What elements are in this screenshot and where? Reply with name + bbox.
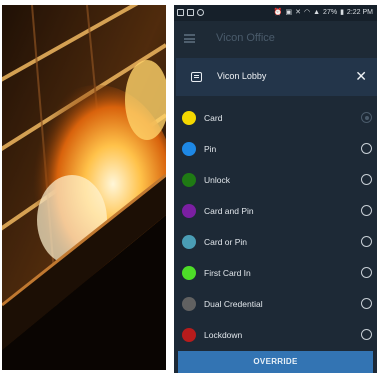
battery-text: 27% (323, 8, 338, 16)
hamburger-menu-icon[interactable] (184, 34, 195, 43)
phone-screen: ⏰ ▣ ✕ ◠ ▲ 27% ▮ 2:22 PM Vicon Office Vic… (174, 5, 377, 373)
mode-radio-button[interactable] (361, 329, 372, 340)
mode-color-dot-icon (182, 204, 196, 218)
alarm-icon: ⏰ (273, 9, 283, 16)
battery-icon: ▮ (340, 9, 344, 16)
panel-title: Vicon Lobby (217, 71, 267, 81)
mode-option-label: First Card In (204, 268, 251, 278)
sync-notification-icon (197, 9, 204, 16)
mode-option[interactable]: Card or Pin (174, 227, 377, 258)
mode-radio-button[interactable] (361, 174, 372, 185)
clock-text: 2:22 PM (346, 8, 373, 16)
mode-color-dot-icon (182, 266, 196, 280)
mode-option-label: Card and Pin (204, 206, 254, 216)
door-mode-panel: Vicon Lobby ✕ Card Pin Unlock Card and Pin C… (174, 58, 377, 373)
mode-radio-button[interactable] (361, 143, 372, 154)
mode-option[interactable]: Card (174, 103, 377, 134)
mode-color-dot-icon (182, 297, 196, 311)
image-notification-icon (187, 9, 194, 16)
mode-option[interactable]: Card and Pin (174, 196, 377, 227)
wifi-icon: ◠ (304, 9, 311, 16)
app-title: Vicon Office (216, 32, 275, 44)
mode-radio-button[interactable] (361, 298, 372, 309)
status-left-icons (177, 9, 204, 16)
mode-color-dot-icon (182, 235, 196, 249)
door-card-icon (191, 72, 202, 82)
status-right-icons: ⏰ ▣ ✕ ◠ ▲ 27% ▮ 2:22 PM (273, 8, 373, 17)
panel-header: Vicon Lobby ✕ (176, 58, 377, 96)
signal-icon: ▲ (313, 8, 321, 16)
mode-option-label: Dual Credential (204, 299, 263, 309)
status-bar: ⏰ ▣ ✕ ◠ ▲ 27% ▮ 2:22 PM (174, 5, 377, 21)
mode-option-label: Card (204, 113, 223, 123)
mode-radio-button[interactable] (361, 112, 372, 123)
nfc-icon: ▣ (285, 9, 293, 16)
mode-color-dot-icon (182, 142, 196, 156)
mode-option-label: Pin (204, 144, 217, 154)
mode-color-dot-icon (182, 173, 196, 187)
fire-photo (2, 5, 166, 370)
mode-option-label: Lockdown (204, 330, 243, 340)
fire-photo-image (2, 5, 166, 370)
app-bar: Vicon Office (174, 21, 377, 58)
mode-radio-button[interactable] (361, 205, 372, 216)
mode-option[interactable]: First Card In (174, 258, 377, 289)
mode-option[interactable]: Unlock (174, 165, 377, 196)
mode-radio-button[interactable] (361, 236, 372, 247)
mute-icon: ✕ (295, 9, 301, 16)
close-button[interactable]: ✕ (355, 67, 367, 85)
mode-option[interactable]: Pin (174, 134, 377, 165)
mode-option-label: Unlock (204, 175, 230, 185)
mode-option[interactable]: Dual Credential (174, 289, 377, 320)
mode-option-label: Card or Pin (204, 237, 247, 247)
mode-color-dot-icon (182, 328, 196, 342)
mode-radio-button[interactable] (361, 267, 372, 278)
camera-notification-icon (177, 9, 184, 16)
override-button[interactable]: OVERRIDE (178, 351, 373, 373)
mode-color-dot-icon (182, 111, 196, 125)
mode-option[interactable]: Lockdown (174, 320, 377, 351)
